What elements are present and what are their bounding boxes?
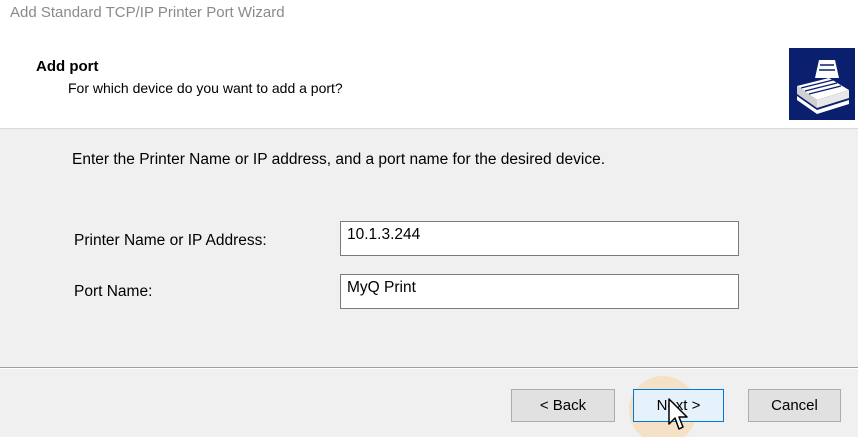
printer-name-label: Printer Name or IP Address: xyxy=(74,232,267,249)
page-title: Add port xyxy=(36,58,99,75)
printer-port-icon-graphic xyxy=(789,48,855,120)
instruction-text: Enter the Printer Name or IP address, an… xyxy=(72,151,606,168)
port-name-input[interactable] xyxy=(340,274,739,309)
footer-divider-highlight xyxy=(0,368,858,369)
next-button[interactable]: Next > xyxy=(633,389,724,422)
wizard-header: Add port For which device do you want to… xyxy=(0,38,858,129)
printer-port-icon xyxy=(789,48,855,120)
page-subtitle: For which device do you want to add a po… xyxy=(68,80,343,96)
cancel-button[interactable]: Cancel xyxy=(748,389,841,422)
window-title: Add Standard TCP/IP Printer Port Wizard xyxy=(10,4,285,21)
wizard-content: Enter the Printer Name or IP address, an… xyxy=(0,129,858,366)
title-bar: Add Standard TCP/IP Printer Port Wizard xyxy=(0,0,858,38)
port-name-label: Port Name: xyxy=(74,283,153,300)
wizard-window: Add Standard TCP/IP Printer Port Wizard … xyxy=(0,0,858,437)
printer-name-input[interactable] xyxy=(340,221,739,256)
back-button[interactable]: < Back xyxy=(511,389,615,422)
